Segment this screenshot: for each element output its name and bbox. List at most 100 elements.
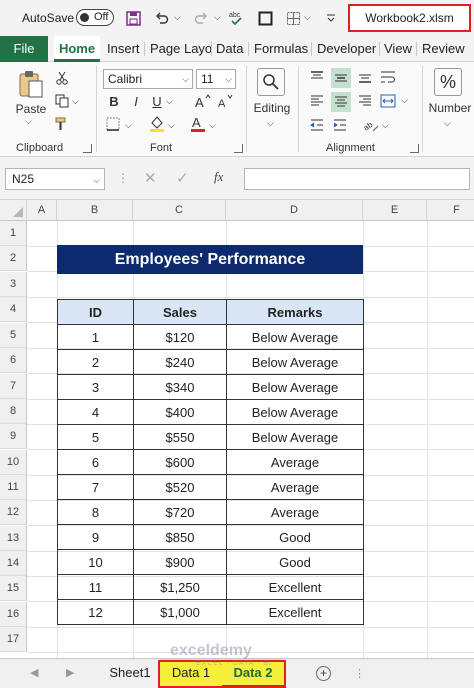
cell-sales[interactable]: $600: [133, 449, 227, 475]
tab-insert[interactable]: Insert: [107, 36, 140, 62]
merge-dropdown-icon[interactable]: ⌵: [401, 95, 408, 106]
align-center-icon[interactable]: [331, 92, 351, 112]
redo-icon[interactable]: [192, 9, 210, 27]
row-header[interactable]: 17: [0, 627, 27, 652]
cell-id[interactable]: 10: [57, 549, 134, 575]
cell-remarks[interactable]: Good: [226, 549, 364, 575]
cell-sales[interactable]: $120: [133, 324, 227, 350]
editing-button[interactable]: Editing: [250, 100, 294, 116]
decrease-indent-icon[interactable]: [308, 116, 326, 134]
cell-remarks[interactable]: Excellent: [226, 599, 364, 625]
row-header[interactable]: 3: [0, 272, 27, 297]
cell-remarks[interactable]: Average: [226, 474, 364, 500]
editing-dropdown-icon[interactable]: ⌵: [267, 118, 274, 129]
paste-dropdown-icon[interactable]: ⌵: [25, 116, 32, 127]
format-painter-icon[interactable]: [54, 116, 70, 132]
fill-color-icon[interactable]: [148, 114, 166, 132]
row-header[interactable]: 1: [0, 221, 27, 246]
underline-button[interactable]: U: [149, 92, 165, 110]
orientation-icon[interactable]: ab: [362, 116, 380, 134]
scroll-right-icon[interactable]: ▶: [66, 666, 74, 679]
cell-id[interactable]: 2: [57, 349, 134, 375]
cell-remarks[interactable]: Good: [226, 524, 364, 550]
cell-id[interactable]: 8: [57, 499, 134, 525]
fill-color-dropdown-icon[interactable]: ⌵: [168, 120, 175, 131]
increase-font-icon[interactable]: A: [195, 93, 211, 109]
undo-dropdown-icon[interactable]: ⌵: [174, 12, 181, 23]
borders-icon[interactable]: [104, 116, 122, 132]
header-remarks[interactable]: Remarks: [226, 299, 364, 325]
tab-file[interactable]: File: [0, 36, 48, 62]
row-header[interactable]: 11: [0, 475, 27, 500]
copy-icon[interactable]: [54, 93, 70, 109]
cell-id[interactable]: 1: [57, 324, 134, 350]
cell-id[interactable]: 4: [57, 399, 134, 425]
cell-sales[interactable]: $400: [133, 399, 227, 425]
borders-dropdown-icon[interactable]: ⌵: [125, 120, 132, 131]
align-top-icon[interactable]: [308, 68, 326, 86]
cell-sales[interactable]: $340: [133, 374, 227, 400]
autosave-toggle[interactable]: Off: [76, 9, 114, 26]
row-header[interactable]: 7: [0, 374, 27, 399]
tab-home[interactable]: Home: [54, 36, 100, 62]
align-middle-icon[interactable]: [331, 68, 351, 88]
enter-icon[interactable]: ✓: [176, 169, 189, 187]
cell-sales[interactable]: $520: [133, 474, 227, 500]
row-header[interactable]: 16: [0, 602, 27, 627]
row-header[interactable]: 14: [0, 551, 27, 576]
row-header[interactable]: 13: [0, 526, 27, 551]
decrease-font-icon[interactable]: A: [218, 93, 234, 109]
row-header[interactable]: 8: [0, 399, 27, 424]
font-color-icon[interactable]: A: [189, 114, 207, 132]
increase-indent-icon[interactable]: [331, 116, 349, 134]
underline-dropdown-icon[interactable]: ⌵: [166, 96, 173, 107]
cell-sales[interactable]: $900: [133, 549, 227, 575]
sheet-tab-sheet1[interactable]: Sheet1: [104, 659, 156, 687]
borders-icon[interactable]: [284, 9, 302, 27]
column-header-e[interactable]: E: [363, 200, 427, 221]
cell-remarks[interactable]: Excellent: [226, 574, 364, 600]
cell-id[interactable]: 5: [57, 424, 134, 450]
font-size-dropdown[interactable]: 11 ⌵: [196, 69, 236, 89]
bold-button[interactable]: B: [106, 92, 122, 110]
workbook-filename[interactable]: Workbook2.xlsm: [348, 4, 471, 32]
tab-page-layout[interactable]: Page Layo: [150, 36, 212, 62]
cell-remarks[interactable]: Below Average: [226, 424, 364, 450]
cell-sales[interactable]: $240: [133, 349, 227, 375]
scroll-left-icon[interactable]: ◀: [30, 666, 38, 679]
row-header[interactable]: 4: [0, 297, 27, 322]
align-right-icon[interactable]: [356, 92, 374, 110]
customize-toolbar-icon[interactable]: [322, 9, 340, 27]
borders-dropdown-icon[interactable]: ⌵: [304, 12, 311, 23]
row-header[interactable]: 2: [0, 246, 27, 271]
alignment-launcher-icon[interactable]: [410, 144, 419, 153]
cell-sales[interactable]: $720: [133, 499, 227, 525]
column-header-b[interactable]: B: [57, 200, 133, 221]
tab-review[interactable]: Review: [422, 36, 465, 62]
align-bottom-icon[interactable]: [356, 68, 374, 86]
cell-sales[interactable]: $550: [133, 424, 227, 450]
undo-icon[interactable]: [152, 9, 170, 27]
tab-data[interactable]: Data: [216, 36, 243, 62]
row-header[interactable]: 9: [0, 424, 27, 449]
save-icon[interactable]: [124, 9, 142, 27]
column-header-d[interactable]: D: [226, 200, 363, 221]
row-header[interactable]: 12: [0, 500, 27, 525]
row-header[interactable]: 15: [0, 576, 27, 601]
italic-button[interactable]: I: [128, 92, 144, 110]
redo-dropdown-icon[interactable]: ⌵: [214, 12, 221, 23]
paste-icon[interactable]: [16, 68, 46, 100]
more-sheets-icon[interactable]: ⋮: [354, 667, 365, 680]
percent-icon[interactable]: %: [434, 68, 462, 96]
font-name-dropdown[interactable]: Calibri ⌵: [103, 69, 193, 89]
header-sales[interactable]: Sales: [133, 299, 227, 325]
row-header[interactable]: 10: [0, 450, 27, 475]
cell-remarks[interactable]: Average: [226, 449, 364, 475]
tab-developer[interactable]: Developer: [317, 36, 376, 62]
cell-sales[interactable]: $1,250: [133, 574, 227, 600]
row-header[interactable]: 5: [0, 323, 27, 348]
tab-view[interactable]: View: [384, 36, 412, 62]
copy-dropdown-icon[interactable]: ⌵: [72, 96, 79, 107]
cell-id[interactable]: 12: [57, 599, 134, 625]
number-format-button[interactable]: Number: [426, 100, 474, 116]
